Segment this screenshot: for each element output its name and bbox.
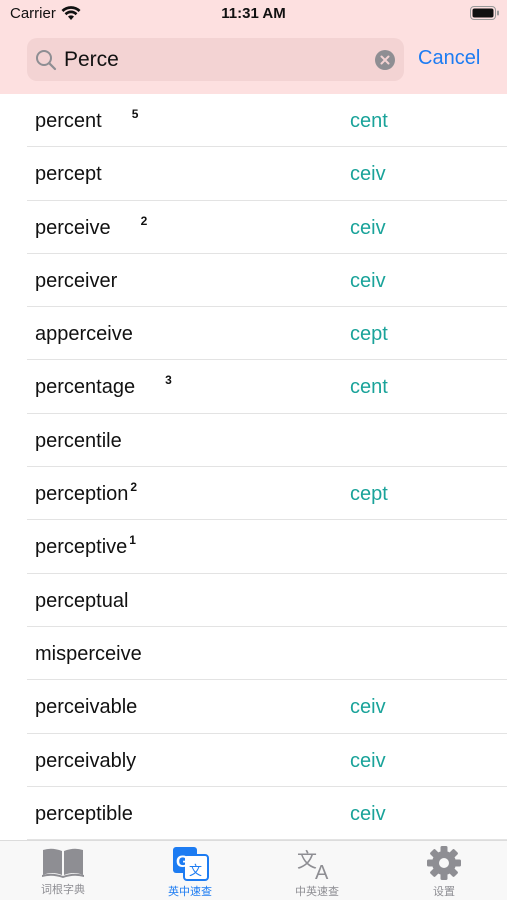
result-row[interactable]: perceptible ceiv — [0, 787, 507, 840]
result-word-text: perceptible — [35, 802, 133, 825]
result-row[interactable]: perceivably ceiv — [0, 734, 507, 788]
result-row[interactable]: perceivable ceiv — [0, 680, 507, 734]
result-word: perceptive 1 — [35, 533, 136, 559]
result-word: perceptual — [35, 590, 128, 613]
result-row[interactable]: perceptual — [0, 574, 507, 628]
result-word-text: perceiver — [35, 269, 118, 292]
search-icon — [36, 50, 57, 71]
root-count-superscript: 5 — [131, 107, 139, 121]
result-word-text: percentage — [35, 376, 136, 399]
result-word: perceivable — [35, 696, 137, 719]
results-list[interactable]: percent 5 cent percept ceiv perceive 2 ceiv perc… — [0, 94, 507, 840]
svg-text:A: A — [315, 862, 329, 881]
search-input[interactable] — [64, 46, 364, 74]
result-word-text: percentile — [35, 429, 122, 452]
result-row[interactable]: apperceive cept — [0, 307, 507, 361]
tab-bar: 词根字典 G 文 英中速查 文 A 中英速查 设置 — [0, 840, 507, 900]
result-word: perceptible — [35, 803, 133, 826]
result-root: ceiv — [350, 163, 386, 186]
tab-root-dictionary[interactable]: 词根字典 — [18, 845, 108, 900]
result-root: ceiv — [350, 269, 386, 292]
result-word: perceivably — [35, 750, 136, 773]
result-root: ceiv — [350, 802, 386, 825]
svg-text:G: G — [176, 852, 189, 871]
result-row[interactable]: perception 2 cept — [0, 467, 507, 521]
result-word-text: perceptive — [35, 536, 128, 559]
tab-label: 英中速查 — [168, 886, 212, 898]
search-bar[interactable] — [27, 38, 404, 81]
result-row[interactable]: misperceive — [0, 627, 507, 681]
result-row[interactable]: percentile — [0, 414, 507, 468]
result-row[interactable]: percent 5 cent — [0, 94, 507, 148]
tab-label: 中英速查 — [295, 886, 339, 898]
root-count-superscript: 2 — [140, 213, 148, 228]
result-word: percentile — [35, 430, 122, 453]
result-root: ceiv — [350, 696, 386, 719]
result-word: perception 2 — [35, 480, 138, 506]
result-word-text: perceivably — [35, 749, 137, 772]
result-word: apperceive — [35, 323, 133, 346]
google-translate-icon: G 文 — [173, 847, 209, 881]
svg-text:文: 文 — [297, 848, 317, 872]
result-row[interactable]: percentage 3 cent — [0, 360, 507, 415]
result-root: cent — [350, 376, 388, 399]
root-count-superscript: 2 — [130, 480, 138, 495]
result-root: cent — [350, 110, 388, 132]
result-word-text: perceive — [35, 216, 111, 239]
tab-label: 设置 — [433, 886, 455, 898]
status-bar: Carrier 11:31 AM — [0, 0, 507, 30]
result-word: perceive 2 — [35, 213, 148, 240]
battery-icon — [470, 6, 499, 20]
result-word-text: perceptual — [35, 589, 129, 612]
tab-en-zh-lookup[interactable]: G 文 英中速查 — [145, 845, 235, 900]
result-root: ceiv — [350, 749, 386, 772]
result-word: percept — [35, 163, 102, 186]
result-word: perceiver — [35, 270, 117, 293]
result-row[interactable]: percept ceiv — [0, 147, 507, 201]
result-word-text: perception — [35, 483, 129, 506]
clear-search-icon[interactable] — [375, 50, 395, 70]
result-root: ceiv — [350, 216, 386, 239]
tab-label: 词根字典 — [41, 884, 85, 896]
cancel-button[interactable]: Cancel — [418, 47, 480, 70]
book-icon — [42, 848, 84, 878]
root-count-superscript: 1 — [129, 533, 136, 548]
translate-icon: 文 A — [297, 848, 329, 881]
header: Carrier 11:31 AM Cancel — [0, 0, 507, 94]
result-row[interactable]: perceptive 1 — [0, 520, 507, 574]
status-time: 11:31 AM — [221, 5, 286, 22]
result-word-text: percent — [35, 110, 102, 132]
result-word: percent 5 — [35, 107, 139, 133]
tab-zh-en-lookup[interactable]: 文 A 中英速查 — [272, 845, 362, 900]
svg-text:文: 文 — [189, 864, 202, 879]
result-row[interactable]: perceiver ceiv — [0, 254, 507, 308]
tab-settings[interactable]: 设置 — [399, 845, 489, 900]
result-word-text: perceivable — [35, 696, 138, 719]
result-word: misperceive — [35, 643, 142, 666]
result-row[interactable]: perceive 2 ceiv — [0, 201, 507, 255]
root-count-superscript: 3 — [165, 373, 172, 388]
result-root: cept — [350, 483, 388, 506]
result-word-text: misperceive — [35, 642, 142, 665]
result-word-text: percept — [35, 163, 102, 186]
result-word: percentage 3 — [35, 373, 172, 399]
result-root: cept — [350, 323, 388, 346]
gear-icon — [427, 846, 461, 880]
result-word-text: apperceive — [35, 323, 133, 346]
